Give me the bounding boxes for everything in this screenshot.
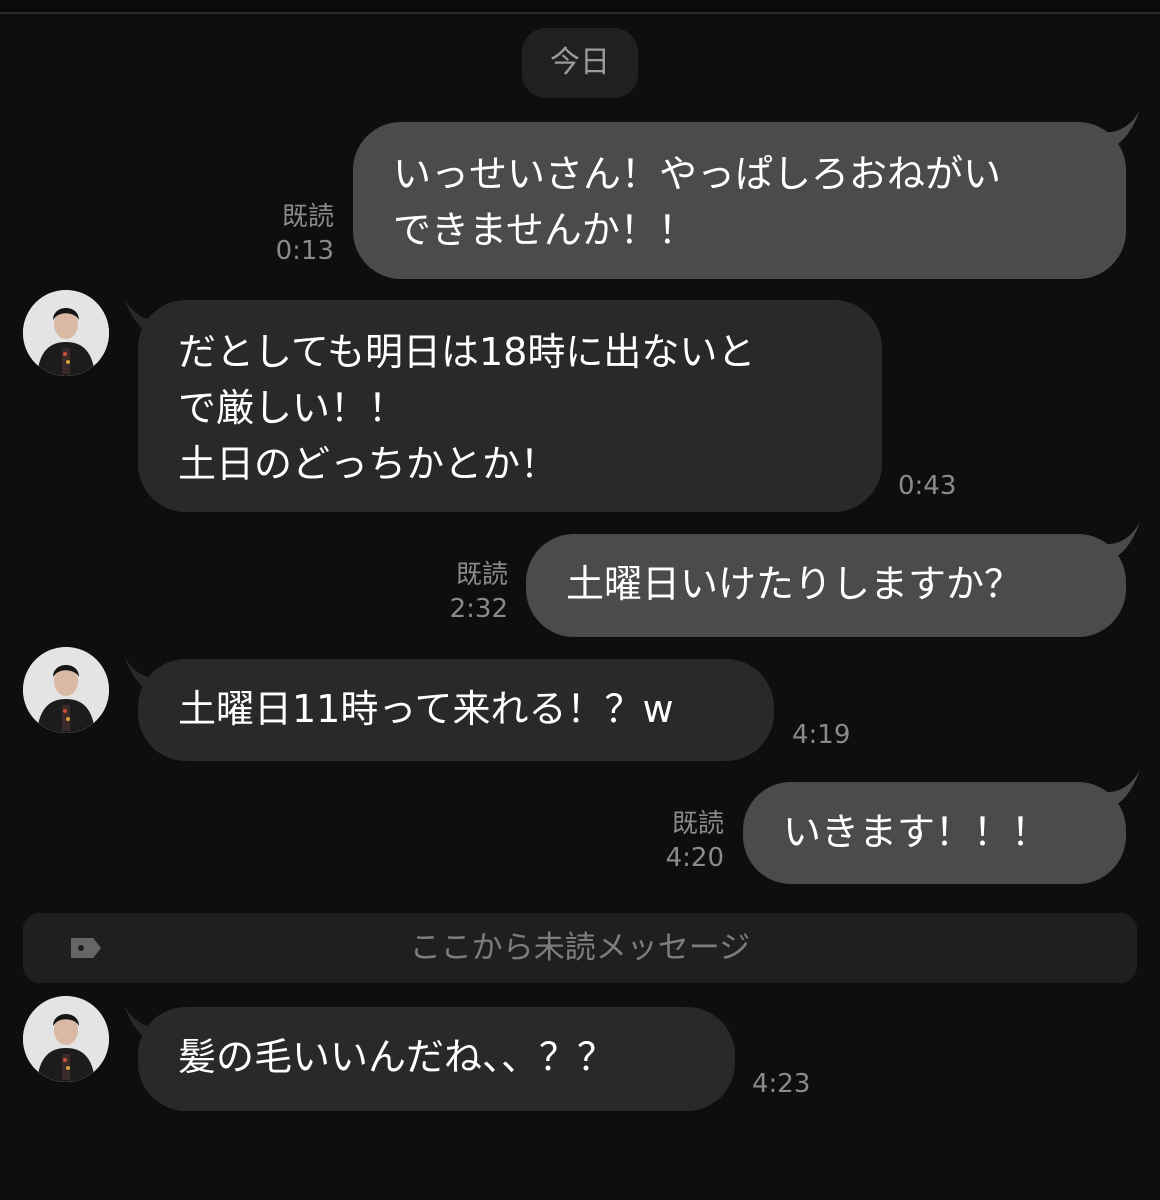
message-text: 土曜日11時って来れる！？w (178, 687, 674, 731)
read-label: 既読 (455, 560, 508, 590)
avatar-photo-icon (23, 996, 109, 1082)
message-time: 4:23 (752, 1069, 811, 1099)
contact-avatar[interactable] (23, 647, 109, 733)
bubble-tail (1100, 770, 1140, 812)
read-label: 既読 (281, 202, 334, 232)
top-divider (0, 0, 1160, 14)
unread-label: ここから未読メッセージ (409, 930, 751, 966)
date-separator: 今日 (522, 28, 638, 98)
message-text: だとしても明日は18時に出ないと で厳しい！！ 土日のどっちかとか！ (178, 330, 756, 486)
message-text: 髪の毛いいんだね、、？？ (178, 1035, 616, 1079)
contact-avatar[interactable] (23, 996, 109, 1082)
contact-avatar[interactable] (23, 290, 109, 376)
message-bubble-outgoing[interactable]: いっせいさん！やっぱしろおねがい できませんか！！ (353, 122, 1126, 279)
message-time: 4:20 (665, 843, 724, 873)
message-bubble-incoming[interactable]: 土曜日11時って来れる！？w (138, 659, 774, 761)
message-text: いっせいさん！やっぱしろおねがい できませんか！！ (393, 152, 1002, 252)
read-label: 既読 (671, 809, 724, 839)
unread-divider: ここから未読メッセージ (23, 913, 1137, 983)
message-bubble-outgoing[interactable]: いきます！！！ (743, 782, 1126, 884)
bubble-tail (1100, 110, 1140, 152)
avatar-photo-icon (23, 290, 109, 376)
bubble-tail (1100, 522, 1140, 564)
message-text: 土曜日いけたりしますか？ (566, 562, 1023, 606)
read-receipt: 既読 2:32 (420, 558, 508, 626)
message-time: 0:43 (898, 471, 957, 501)
avatar-photo-icon (23, 647, 109, 733)
read-receipt: 既読 0:13 (250, 200, 334, 268)
message-time: 4:19 (792, 720, 851, 750)
message-time: 0:13 (275, 236, 334, 266)
read-receipt: 既読 4:20 (640, 807, 724, 875)
message-time: 2:32 (449, 594, 508, 624)
message-text: いきます！！！ (783, 810, 1050, 854)
message-bubble-incoming[interactable]: だとしても明日は18時に出ないと で厳しい！！ 土日のどっちかとか！ (138, 300, 882, 512)
message-bubble-outgoing[interactable]: 土曜日いけたりしますか？ (526, 534, 1126, 637)
message-bubble-incoming[interactable]: 髪の毛いいんだね、、？？ (138, 1007, 735, 1111)
